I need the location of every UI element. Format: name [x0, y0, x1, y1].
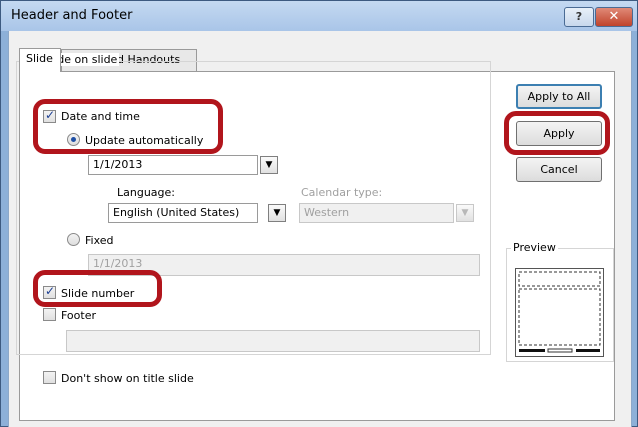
- calendar-type-dropdown-icon: ▼: [456, 204, 474, 222]
- apply-to-all-button[interactable]: Apply to All: [516, 84, 602, 109]
- title-bar[interactable]: Header and Footer ? ✕: [1, 1, 637, 31]
- preview-slide-thumbnail: [515, 268, 604, 357]
- update-automatically-label: Update automatically: [85, 134, 204, 147]
- slide-number-label: Slide number: [61, 287, 135, 300]
- fixed-radio[interactable]: [67, 233, 80, 246]
- language-label: Language:: [117, 186, 175, 199]
- apply-button[interactable]: Apply: [516, 121, 602, 146]
- language-dropdown-icon[interactable]: ▼: [268, 204, 286, 222]
- calendar-type-label: Calendar type:: [301, 186, 383, 199]
- date-format-select[interactable]: 1/1/2013: [88, 155, 258, 175]
- date-and-time-checkbox[interactable]: [43, 108, 56, 123]
- date-format-dropdown-icon[interactable]: ▼: [260, 156, 278, 174]
- footer-label: Footer: [61, 309, 96, 322]
- close-button[interactable]: ✕: [595, 7, 633, 27]
- slide-number-checkbox[interactable]: [43, 284, 56, 299]
- preview-placeholders: [518, 271, 601, 353]
- fixed-label: Fixed: [85, 234, 114, 247]
- preview-label: Preview: [511, 241, 558, 254]
- help-button[interactable]: ?: [564, 7, 594, 27]
- date-and-time-label: Date and time: [61, 110, 140, 123]
- language-select[interactable]: English (United States): [108, 203, 258, 223]
- fixed-date-input: 1/1/2013: [88, 254, 480, 276]
- dialog-title: Header and Footer: [11, 8, 133, 23]
- footer-input: [66, 330, 480, 352]
- tab-slide[interactable]: Slide: [19, 48, 61, 72]
- calendar-type-select: Western: [299, 203, 454, 223]
- footer-checkbox[interactable]: [43, 308, 56, 321]
- cancel-button[interactable]: Cancel: [516, 157, 602, 182]
- dont-show-on-title-slide-checkbox[interactable]: [43, 371, 56, 384]
- dont-show-on-title-slide-label: Don't show on title slide: [61, 372, 194, 385]
- update-automatically-radio[interactable]: [67, 133, 80, 146]
